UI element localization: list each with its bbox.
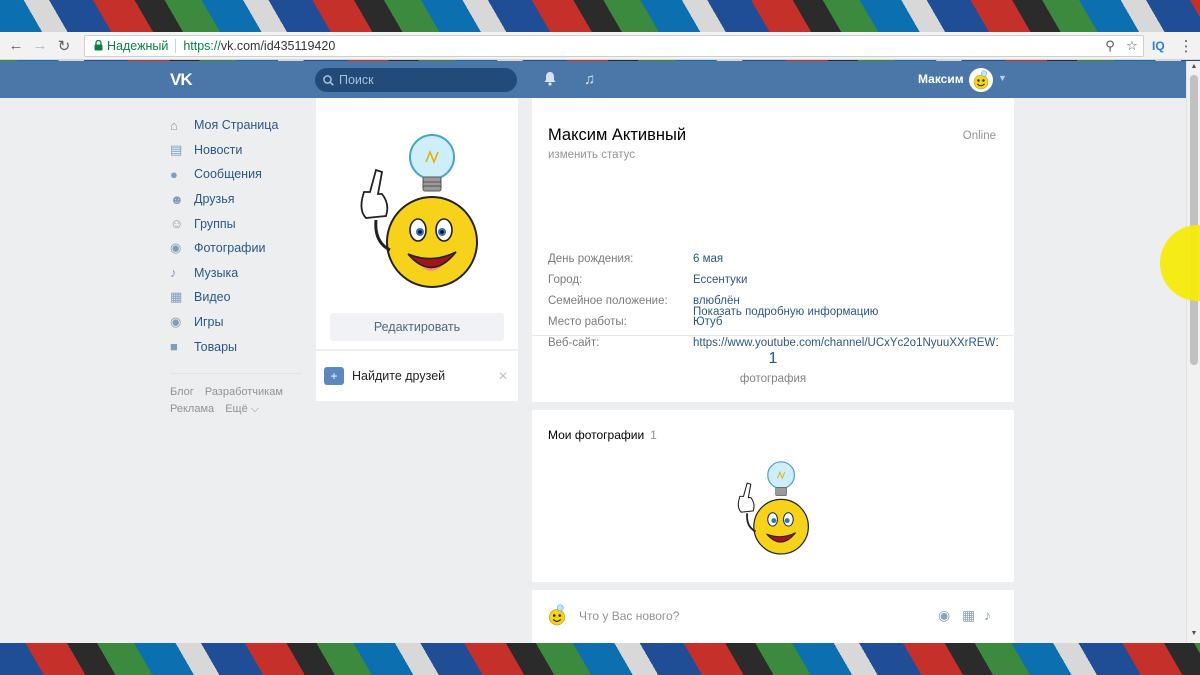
profile-photo[interactable] xyxy=(352,132,482,300)
menu-item-goods[interactable]: ■ Товары xyxy=(170,334,310,359)
info-row-work: Место работы: Ютуб xyxy=(548,316,723,328)
gamepad-icon: ◉ xyxy=(170,314,182,330)
background-band-top xyxy=(0,0,1200,32)
new-post-input[interactable]: Что у Вас нового? xyxy=(579,609,679,623)
news-icon: ▤ xyxy=(170,141,183,157)
search-input[interactable] xyxy=(339,73,509,87)
film-icon: ▦ xyxy=(170,289,183,305)
friends-icon: ☻ xyxy=(170,191,184,207)
menu-item-messages[interactable]: ● Сообщения xyxy=(170,162,310,187)
bag-icon: ■ xyxy=(170,339,178,355)
menu-item-groups[interactable]: ☺ Группы xyxy=(170,211,310,236)
site-header: VK ♫ Максим ▼ xyxy=(0,61,1186,98)
my-photos-card: Мои фотографии 1 xyxy=(532,410,1014,582)
messages-icon: ● xyxy=(170,166,178,182)
camera-icon[interactable]: ◉ xyxy=(938,607,950,624)
bell-icon[interactable] xyxy=(543,71,557,90)
left-menu: ⌂ Моя Страница ▤ Новости ● Сообщения ☻ Д… xyxy=(170,113,310,418)
menu-item-my-page[interactable]: ⌂ Моя Страница xyxy=(170,113,310,138)
scroll-down-icon[interactable]: ▼ xyxy=(1187,630,1200,637)
browser-toolbar: ← → ↻ Надежный https://vk.com/id43511942… xyxy=(0,32,1200,60)
new-post-box: Что у Вас нового? ◉ ▦ ♪ xyxy=(532,590,1014,643)
photo-thumbnail[interactable] xyxy=(732,460,812,563)
menu-divider xyxy=(170,372,302,374)
close-icon[interactable]: ✕ xyxy=(498,369,508,383)
scroll-thumb[interactable] xyxy=(1190,75,1198,365)
footer-link-developers[interactable]: Разработчикам xyxy=(205,386,283,398)
page-scrollbar[interactable]: ▲ ▼ xyxy=(1186,61,1200,643)
change-status-link[interactable]: изменить статус xyxy=(548,149,635,161)
info-row-city: Город: Ессентуки xyxy=(548,274,748,286)
cursor-highlight xyxy=(1160,225,1200,301)
address-bar[interactable]: Надежный https://vk.com/id435119420 ⚲ ☆ xyxy=(84,34,1144,57)
my-photos-title[interactable]: Мои фотографии 1 xyxy=(548,428,657,442)
profile-info-card: Максим Активный изменить статус Online Д… xyxy=(532,98,1014,402)
find-friends-label: Найдите друзей xyxy=(352,369,446,383)
video-icon[interactable]: ▦ xyxy=(962,607,975,624)
photo-count-label[interactable]: фотография xyxy=(532,373,1014,385)
key-icon[interactable]: ⚲ xyxy=(1099,38,1121,54)
photo-count[interactable]: 1 xyxy=(532,350,1014,368)
lock-icon xyxy=(89,40,107,51)
footer-link-blog[interactable]: Блог xyxy=(170,386,194,398)
menu-item-news[interactable]: ▤ Новости xyxy=(170,138,310,163)
post-avatar xyxy=(546,604,568,626)
menu-item-photos[interactable]: ◉ Фотографии xyxy=(170,236,310,261)
background-band-bottom xyxy=(0,643,1200,675)
show-more-info-link[interactable]: Показать подробную информацию xyxy=(693,306,878,318)
page-viewport: VK ♫ Максим ▼ ⌂ Моя Страница ▤ Новости ●… xyxy=(0,61,1200,643)
bookmark-star-icon[interactable]: ☆ xyxy=(1121,38,1143,54)
iq-extension-icon[interactable]: IQ xyxy=(1152,39,1165,53)
url-text[interactable]: https://vk.com/id435119420 xyxy=(183,39,1099,53)
search-box[interactable] xyxy=(315,68,517,92)
profile-divider xyxy=(532,335,1014,336)
music-note-icon: ♪ xyxy=(170,265,177,281)
info-row-birthday: День рождения: 6 мая xyxy=(548,253,724,265)
avatar-card: Редактировать xyxy=(316,98,518,349)
footer-link-more[interactable]: Ещё ⌵ xyxy=(225,403,259,415)
secure-label: Надежный xyxy=(107,38,177,53)
menu-item-games[interactable]: ◉ Игры xyxy=(170,310,310,335)
scroll-up-icon[interactable]: ▲ xyxy=(1187,63,1200,70)
browser-menu-icon[interactable]: ⋮ xyxy=(1179,37,1194,55)
camera-icon: ◉ xyxy=(170,240,182,256)
menu-item-music[interactable]: ♪ Музыка xyxy=(170,261,310,286)
music-icon[interactable]: ♫ xyxy=(584,71,595,88)
header-avatar[interactable] xyxy=(969,68,993,92)
forward-arrow-icon[interactable]: → xyxy=(28,34,52,58)
footer-link-ads[interactable]: Реклама xyxy=(170,403,214,415)
home-icon: ⌂ xyxy=(170,117,178,133)
online-status: Online xyxy=(962,130,996,142)
menu-item-friends[interactable]: ☻ Друзья xyxy=(170,187,310,212)
back-arrow-icon[interactable]: ← xyxy=(4,34,28,58)
footer-links: Блог Разработчикам Реклама Ещё ⌵ xyxy=(170,384,310,418)
groups-icon: ☺ xyxy=(170,216,184,232)
reload-icon[interactable]: ↻ xyxy=(52,34,76,58)
menu-item-video[interactable]: ▦ Видео xyxy=(170,285,310,310)
vk-logo[interactable]: VK xyxy=(170,70,193,90)
add-friend-icon: + xyxy=(324,367,344,385)
profile-name: Максим Активный xyxy=(548,126,687,144)
music-note-icon[interactable]: ♪ xyxy=(984,607,991,623)
chevron-down-icon[interactable]: ▼ xyxy=(998,73,1007,83)
search-icon xyxy=(323,74,334,86)
find-friends-card[interactable]: + Найдите друзей ✕ xyxy=(316,351,518,401)
header-user-name[interactable]: Максим xyxy=(918,72,964,86)
edit-profile-button[interactable]: Редактировать xyxy=(330,313,504,341)
